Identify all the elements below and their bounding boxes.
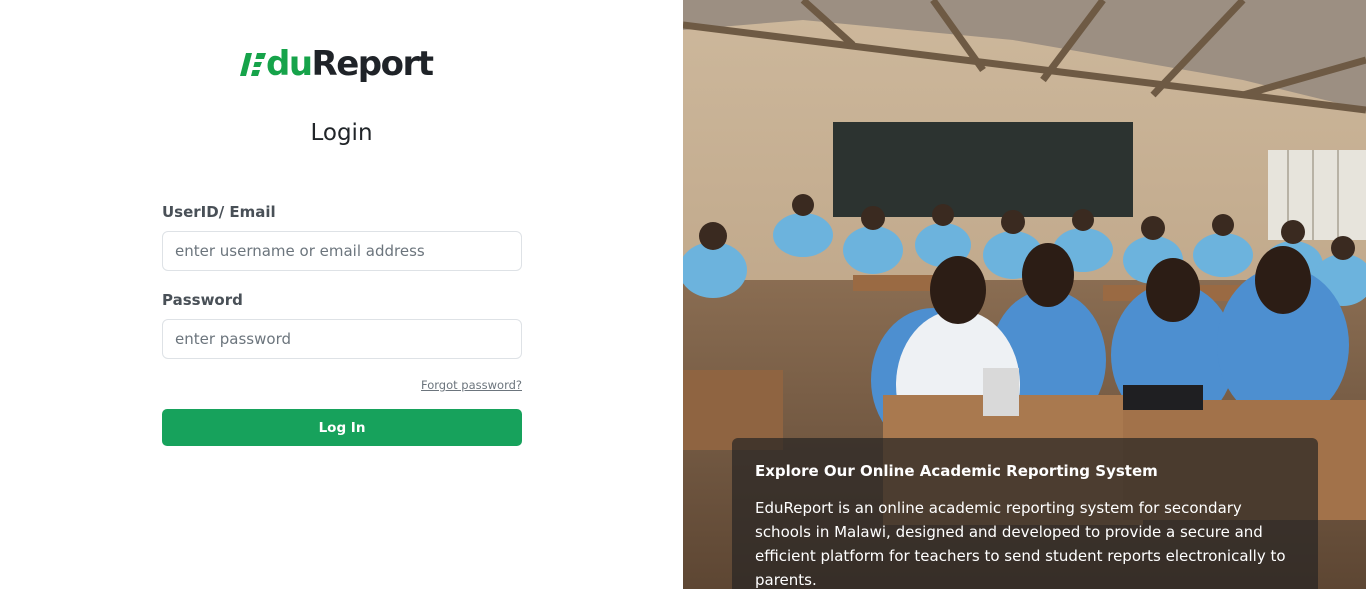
password-input[interactable] xyxy=(162,319,522,359)
user-id-label: UserID/ Email xyxy=(162,203,276,221)
edureport-logo: duReport xyxy=(240,40,434,88)
edureport-logo-mark-icon xyxy=(240,53,266,76)
logo-wordmark-report: Report xyxy=(311,44,434,84)
password-label: Password xyxy=(162,291,243,309)
page-title: Login xyxy=(310,120,373,146)
hero-panel: Explore Our Online Academic Reporting Sy… xyxy=(683,0,1366,589)
login-button[interactable]: Log In xyxy=(162,409,522,446)
hero-caption-body: EduReport is an online academic reportin… xyxy=(755,499,1286,589)
forgot-password-link[interactable]: Forgot password? xyxy=(421,378,522,392)
hero-caption-title: Explore Our Online Academic Reporting Sy… xyxy=(755,462,1158,480)
user-id-input[interactable] xyxy=(162,231,522,271)
hero-caption: Explore Our Online Academic Reporting Sy… xyxy=(732,438,1318,589)
login-panel: duReport Login UserID/ Email Password Fo… xyxy=(0,0,683,589)
logo-wordmark-edu: du xyxy=(266,44,313,84)
logo-wordmark: duReport xyxy=(266,44,434,84)
